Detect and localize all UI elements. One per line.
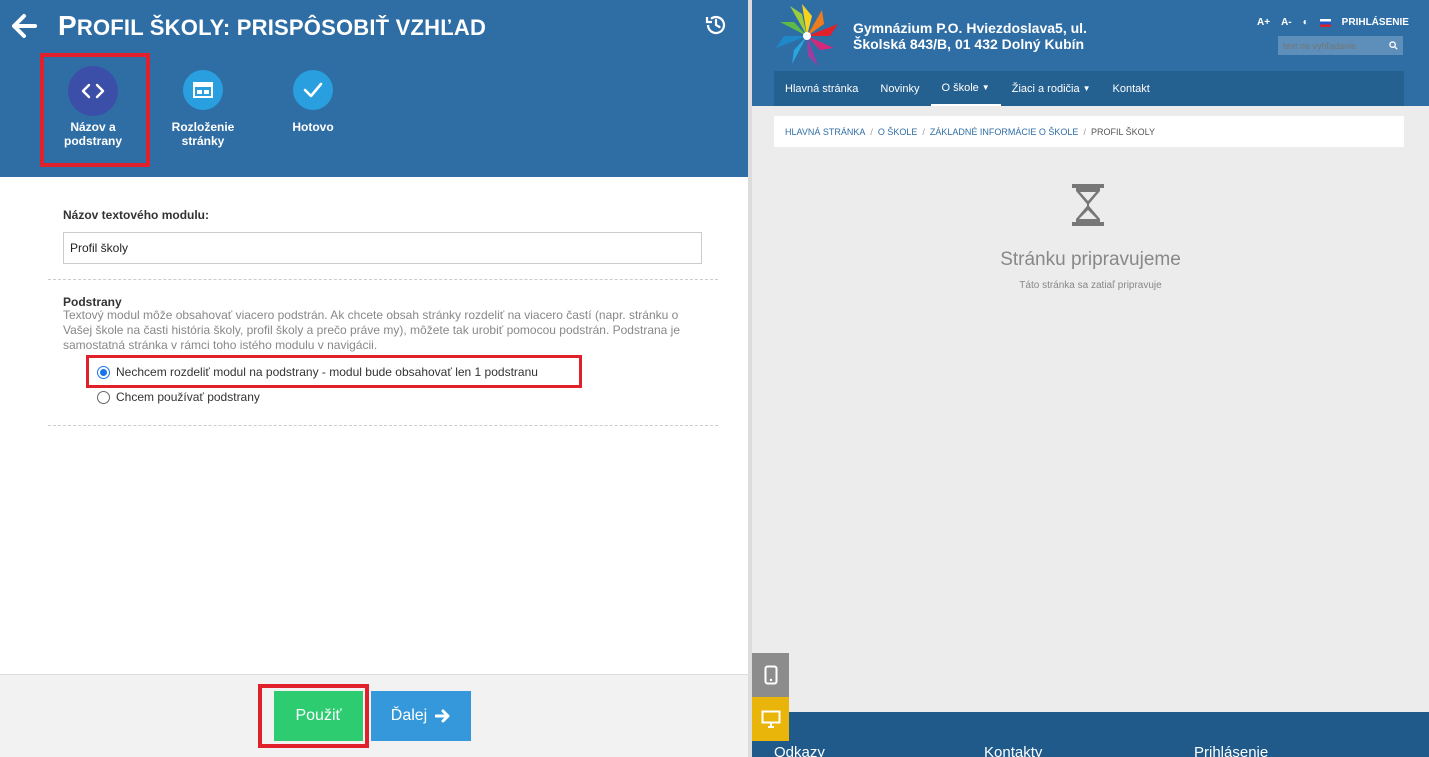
page-title: PROFIL ŠKOLY: PRISPÔSOBIŤ VZHĽAD <box>58 10 487 41</box>
site-tools: A+ A- ◐ PRIHLÁSENIE <box>1257 17 1409 28</box>
nav-item-students-parents[interactable]: Žiaci a rodičia ▼ <box>1001 71 1102 106</box>
radio-use-subpages[interactable]: Chcem používať podstrany <box>97 390 260 404</box>
search-icon[interactable] <box>1389 41 1398 50</box>
module-name-label: Názov textového modulu: <box>63 208 210 222</box>
breadcrumb-current: PROFIL ŠKOLY <box>1090 126 1155 137</box>
divider <box>48 279 718 280</box>
nav-item-about-school[interactable]: O škole ▼ <box>930 71 1001 106</box>
preparing-subtitle: Táto stránka sa zatiaľ pripravuje <box>1019 280 1162 291</box>
font-decrease-button[interactable]: A- <box>1281 17 1292 28</box>
step-done[interactable]: Hotovo <box>263 70 363 134</box>
history-icon[interactable] <box>704 13 728 37</box>
school-logo[interactable] <box>772 2 842 70</box>
breadcrumb-link[interactable]: ZÁKLADNÉ INFORMÁCIE O ŠKOLE <box>930 127 1079 137</box>
check-icon <box>293 70 333 110</box>
desktop-preview-button[interactable] <box>752 697 789 741</box>
highlight-box-step <box>40 53 150 167</box>
breadcrumb-link[interactable]: O ŠKOLE <box>878 127 918 137</box>
mobile-icon <box>764 665 777 685</box>
radio-label: Chcem používať podstrany <box>116 390 260 404</box>
nav-item-contact[interactable]: Kontakt <box>1102 71 1161 106</box>
highlight-box-radio <box>86 355 582 388</box>
nav-item-news[interactable]: Novinky <box>869 71 930 106</box>
hourglass-icon <box>1070 183 1106 227</box>
breadcrumb-link[interactable]: HLAVNÁ STRÁNKA <box>785 127 865 137</box>
step-label-line1: Hotovo <box>292 120 334 134</box>
breadcrumb: HLAVNÁ STRÁNKA / O ŠKOLE / ZÁKLADNÉ INFO… <box>774 116 1404 147</box>
subpages-label: Podstrany <box>63 295 122 309</box>
back-arrow-icon[interactable] <box>10 12 38 40</box>
site-preview: Gymnázium P.O. Hviezdoslava5, ul. Školsk… <box>752 0 1429 757</box>
caret-down-icon: ▼ <box>1082 84 1091 93</box>
site-footer <box>789 712 1429 757</box>
search-input[interactable] <box>1283 40 1383 51</box>
contrast-icon[interactable]: ◐ <box>1303 17 1309 28</box>
footer-column-links: Odkazy <box>774 744 825 757</box>
slovak-flag-icon[interactable] <box>1319 18 1331 27</box>
editor-panel: PROFIL ŠKOLY: PRISPÔSOBIŤ VZHĽAD Názov a… <box>0 0 748 757</box>
step-label-line2: stránky <box>181 134 225 148</box>
font-increase-button[interactable]: A+ <box>1257 17 1270 28</box>
step-page-layout[interactable]: Rozloženie stránky <box>153 70 253 148</box>
step-label-line1: Rozloženie <box>171 120 235 134</box>
next-label: Ďalej <box>390 707 428 724</box>
divider <box>48 425 718 426</box>
arrow-right-icon <box>435 709 450 723</box>
site-header: Gymnázium P.O. Hviezdoslava5, ul. Školsk… <box>752 0 1429 106</box>
layout-icon <box>183 70 223 110</box>
radio-button[interactable] <box>97 390 110 404</box>
mobile-preview-button[interactable] <box>752 653 789 697</box>
caret-down-icon: ▼ <box>981 83 990 92</box>
school-name[interactable]: Gymnázium P.O. Hviezdoslava5, ul. Školsk… <box>853 20 1087 52</box>
subpages-description: Textový modul môže obsahovať viacero pod… <box>63 308 681 352</box>
highlight-box-apply <box>258 684 369 748</box>
site-search <box>1278 36 1403 55</box>
footer-column-login: Prihlásenie <box>1194 744 1269 757</box>
nav-item-home[interactable]: Hlavná stránka <box>774 71 869 106</box>
login-link[interactable]: PRIHLÁSENIE <box>1342 17 1409 28</box>
site-navigation: Hlavná stránka Novinky O škole ▼ Žiaci a … <box>774 71 1404 106</box>
preparing-title: Stránku pripravujeme <box>1000 249 1181 270</box>
footer-column-contacts: Kontakty <box>984 744 1043 757</box>
module-name-input[interactable] <box>63 232 702 264</box>
desktop-icon <box>761 710 780 728</box>
next-button[interactable]: Ďalej <box>371 691 471 741</box>
